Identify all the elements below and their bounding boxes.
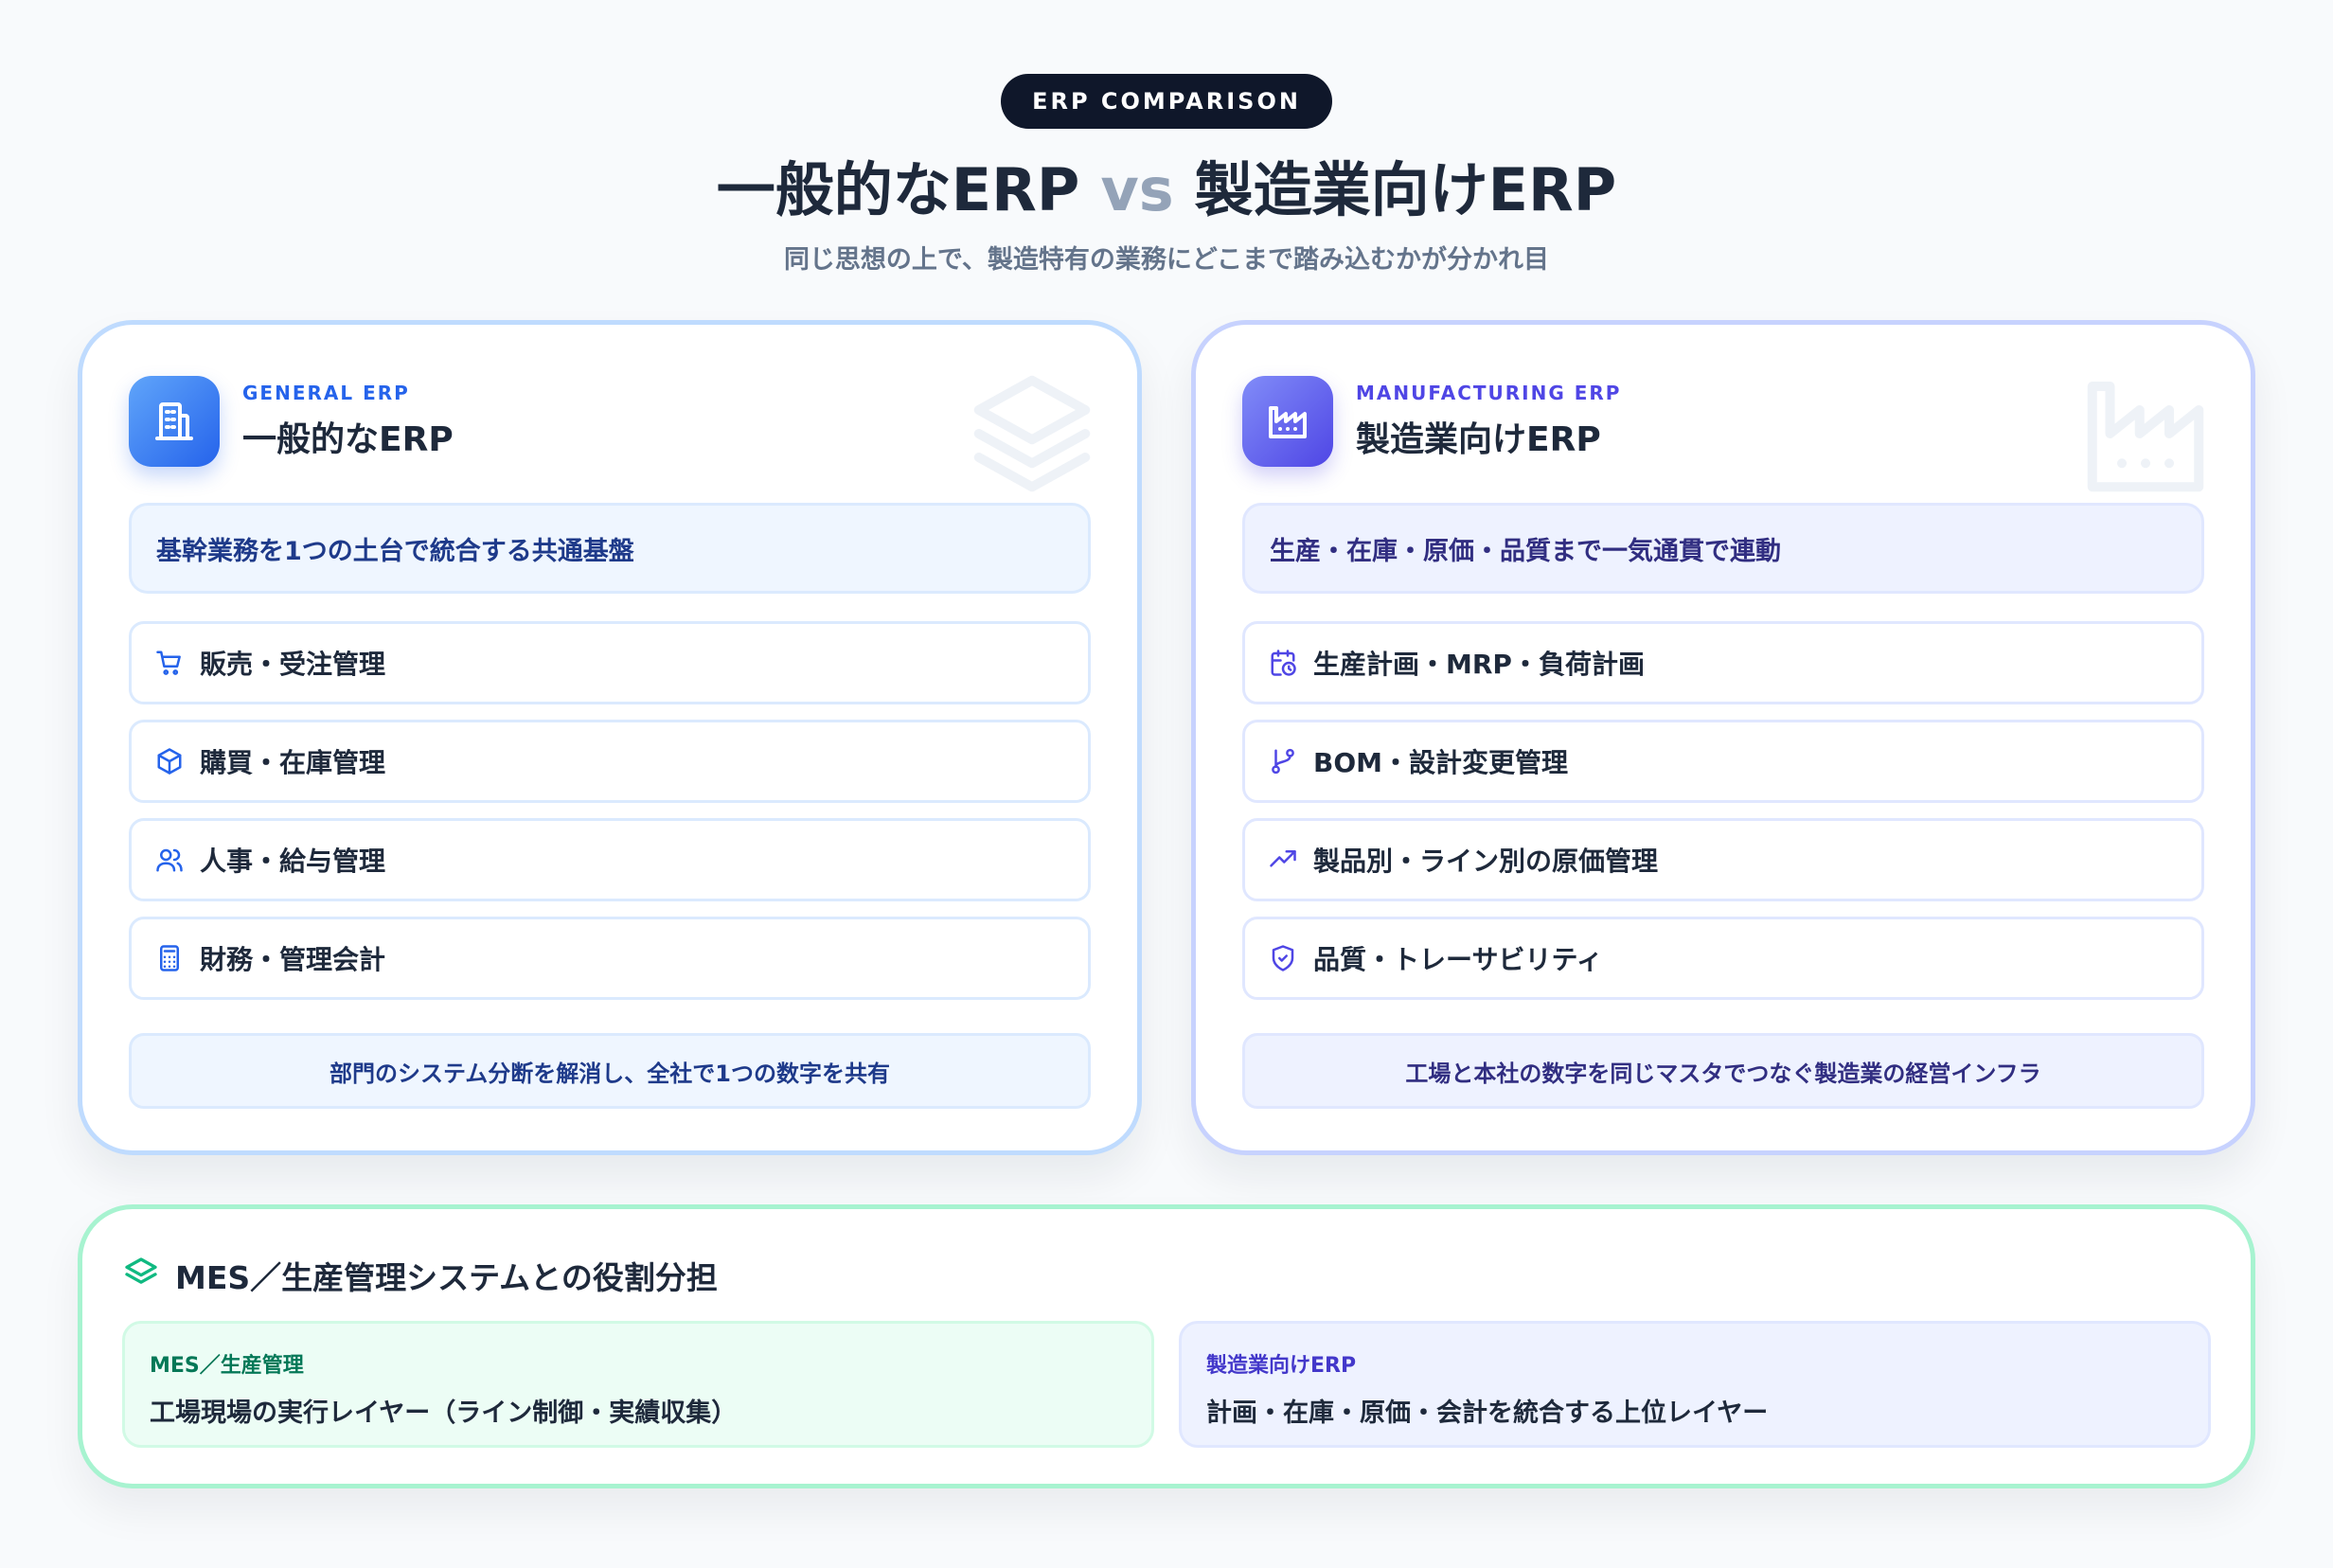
page-subtitle: 同じ思想の上で、製造特有の業務にどこまで踏み込むかが分かれ目 [783,245,1550,275]
general-erp-item-label: 財務・管理会計 [200,944,386,975]
general-erp-kicker: GENERAL ERP [242,382,410,404]
layers-watermark-icon [961,363,1103,508]
git-branch-icon [1268,746,1298,776]
role-mes-box: MES／生産管理 工場現場の実行レイヤー（ライン制御・実績収集） [122,1321,1154,1448]
trend-up-icon [1268,845,1298,875]
users-icon [154,845,185,875]
general-erp-item: 購買・在庫管理 [129,720,1091,803]
header: ERP COMPARISON 一般的なERP vs 製造業向けERP 同じ思想の上で… [0,74,2333,276]
roles-title: MES／生産管理システムとの役割分担 [175,1259,718,1296]
general-erp-footer: 部門のシステム分断を解消し、全社で1つの数字を共有 [129,1033,1091,1109]
manufacturing-erp-item-label: 製品別・ライン別の原価管理 [1313,846,1659,877]
manufacturing-erp-kicker: MANUFACTURING ERP [1356,382,1622,404]
general-erp-item-label: 購買・在庫管理 [200,747,386,778]
factory-watermark-icon [2075,363,2217,508]
role-erp-label: 製造業向けERP [1206,1354,1357,1378]
general-erp-header: GENERAL ERP 一般的なERP [129,376,454,467]
roles-section: MES／生産管理システムとの役割分担 MES／生産管理 工場現場の実行レイヤー（… [78,1204,2255,1488]
general-erp-item: 販売・受注管理 [129,621,1091,704]
manufacturing-erp-item: 生産計画・MRP・負荷計画 [1242,621,2204,704]
title-vs: vs [1100,155,1174,224]
calculator-icon [154,943,185,973]
roles-header: MES／生産管理システムとの役割分担 [122,1253,718,1298]
manufacturing-erp-title: 製造業向けERP [1356,420,1601,459]
shield-check-icon [1268,943,1298,973]
general-erp-summary: 基幹業務を1つの土台で統合する共通基盤 [129,503,1091,594]
manufacturing-erp-summary: 生産・在庫・原価・品質まで一気通貫で連動 [1242,503,2204,594]
general-erp-card: GENERAL ERP 一般的なERP 基幹業務を1つの土台で統合する共通基盤 … [78,320,1142,1155]
title-right: 製造業向けERP [1194,155,1617,224]
general-erp-item-label: 販売・受注管理 [200,649,386,680]
title-left: 一般的なERP [716,155,1080,224]
page-title: 一般的なERP vs 製造業向けERP [0,150,2333,231]
role-erp-desc: 計画・在庫・原価・会計を統合する上位レイヤー [1206,1399,1769,1428]
manufacturing-erp-item-label: BOM・設計変更管理 [1313,747,1569,778]
manufacturing-erp-item: 品質・トレーサビリティ [1242,917,2204,1000]
cart-icon [154,648,185,678]
general-erp-item: 財務・管理会計 [129,917,1091,1000]
manufacturing-erp-item: 製品別・ライン別の原価管理 [1242,818,2204,901]
manufacturing-erp-item: BOM・設計変更管理 [1242,720,2204,803]
layers-icon [122,1255,160,1296]
manufacturing-erp-item-label: 品質・トレーサビリティ [1313,944,1603,975]
manufacturing-erp-header: MANUFACTURING ERP 製造業向けERP [1242,376,1621,467]
factory-icon [1242,376,1333,467]
role-mes-label: MES／生産管理 [150,1354,304,1378]
role-erp-box: 製造業向けERP 計画・在庫・原価・会計を統合する上位レイヤー [1179,1321,2211,1448]
general-erp-item: 人事・給与管理 [129,818,1091,901]
manufacturing-erp-footer: 工場と本社の数字を同じマスタでつなぐ製造業の経営インフラ [1242,1033,2204,1109]
general-erp-item-label: 人事・給与管理 [200,846,386,877]
role-mes-desc: 工場現場の実行レイヤー（ライン制御・実績収集） [150,1399,738,1428]
building-icon [129,376,220,467]
manufacturing-erp-card: MANUFACTURING ERP 製造業向けERP 生産・在庫・原価・品質まで… [1191,320,2255,1155]
comparison-pill: ERP COMPARISON [1001,74,1332,129]
general-erp-title: 一般的なERP [242,420,454,459]
box-icon [154,746,185,776]
manufacturing-erp-item-label: 生産計画・MRP・負荷計画 [1313,649,1645,680]
calendar-clock-icon [1268,648,1298,678]
